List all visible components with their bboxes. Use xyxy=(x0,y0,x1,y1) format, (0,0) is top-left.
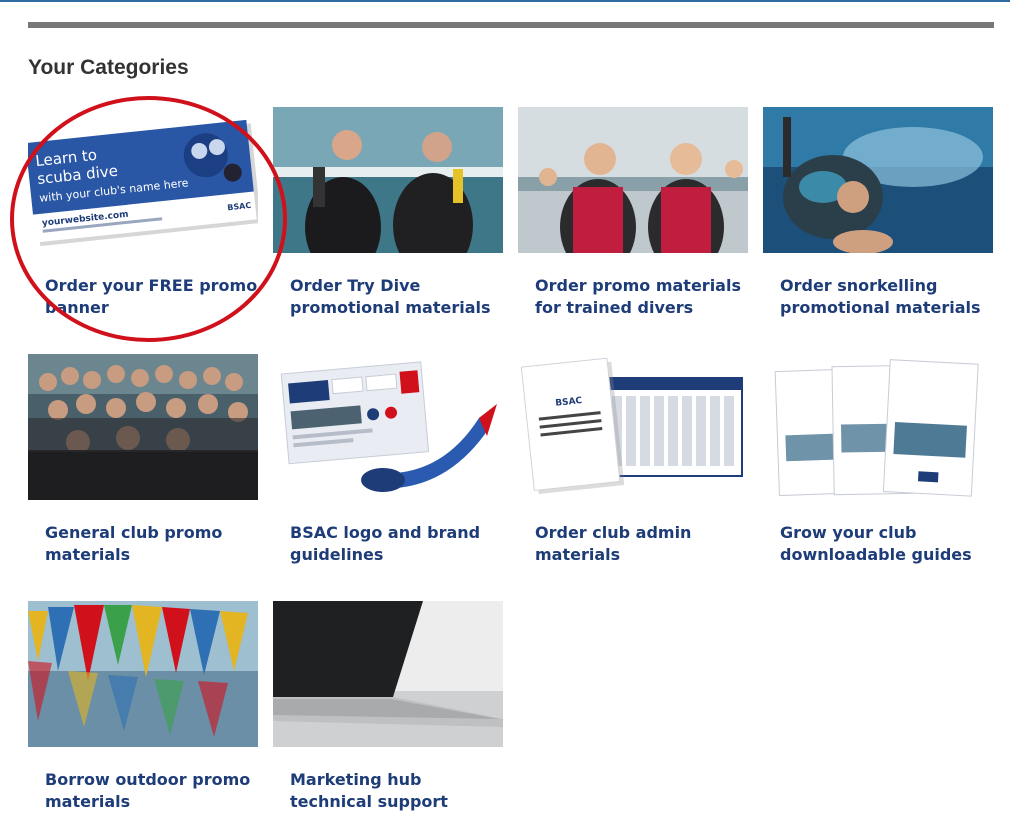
category-card-snorkelling[interactable]: Order snorkelling promotional materials xyxy=(763,107,993,319)
section-title: Your Categories xyxy=(28,56,189,79)
category-label: General club promo materials xyxy=(45,523,223,564)
trained-divers-photo xyxy=(518,107,748,253)
category-card-promo-banner[interactable]: Learn to scuba dive with your club's nam… xyxy=(28,107,258,319)
category-card-trained-divers[interactable]: Order promo materials for trained divers xyxy=(518,107,748,319)
category-label: Order Try Dive promotional materials xyxy=(290,276,491,317)
category-card-brand-guidelines[interactable]: BSAC logo and brand guidelines xyxy=(273,354,503,566)
category-label: Borrow outdoor promo materials xyxy=(45,770,251,811)
category-label: Grow your club downloadable guides xyxy=(780,523,972,564)
admin-materials-image: BSAC xyxy=(518,354,748,500)
category-card-admin-materials[interactable]: BSAC Order club admin materials xyxy=(518,354,748,566)
category-card-try-dive[interactable]: Order Try Dive promotional materials xyxy=(273,107,503,319)
promo-banner-image: Learn to scuba dive with your club's nam… xyxy=(28,107,258,253)
category-label: Order club admin materials xyxy=(535,523,692,564)
header-divider xyxy=(28,22,994,28)
category-label: Order promo materials for trained divers xyxy=(535,276,741,317)
laptop-photo xyxy=(273,601,503,747)
category-label: Order snorkelling promotional materials xyxy=(780,276,981,317)
category-label: Order your FREE promo banner xyxy=(45,276,258,317)
snorkelling-photo xyxy=(763,107,993,253)
guides-booklets-image xyxy=(763,354,993,500)
category-label: Marketing hub technical support xyxy=(290,770,448,811)
category-card-club-promo[interactable]: General club promo materials xyxy=(28,354,258,566)
category-label: BSAC logo and brand guidelines xyxy=(290,523,481,564)
club-group-photo xyxy=(28,354,258,500)
top-accent-rule xyxy=(0,0,1010,2)
try-dive-photo xyxy=(273,107,503,253)
category-card-guides[interactable]: Grow your club downloadable guides xyxy=(763,354,993,566)
category-card-outdoor-promo[interactable]: Borrow outdoor promo materials xyxy=(28,601,258,813)
category-card-tech-support[interactable]: Marketing hub technical support xyxy=(273,601,503,813)
bunting-flags-photo xyxy=(28,601,258,747)
brand-guidelines-image xyxy=(273,354,503,500)
